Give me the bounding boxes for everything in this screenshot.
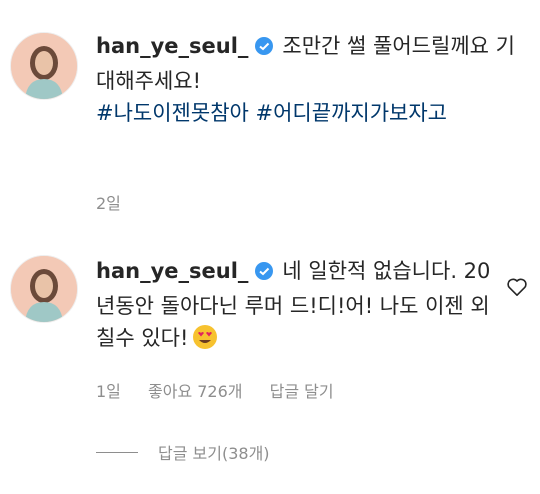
comment-text: han_ye_seul_ 네 일한적 없습니다. 20년동안 돌아다닌 루머 드!… bbox=[96, 255, 496, 359]
reply-button[interactable]: 답글 달기 bbox=[270, 382, 334, 401]
comment-meta: 2일 bbox=[96, 190, 143, 214]
view-replies-label: 답글 보기(38개) bbox=[158, 444, 270, 463]
timestamp[interactable]: 2일 bbox=[96, 194, 121, 213]
verified-badge-icon bbox=[254, 258, 274, 290]
comment-meta: 1일 좋아요 726개 답글 달기 bbox=[96, 378, 356, 402]
heart-eyes-emoji-icon bbox=[192, 324, 218, 359]
avatar[interactable] bbox=[10, 255, 78, 323]
like-heart-icon[interactable] bbox=[506, 277, 528, 301]
view-replies-button[interactable]: 답글 보기(38개) bbox=[96, 440, 270, 464]
verified-badge-icon bbox=[254, 33, 274, 65]
hashtags[interactable]: #나도이젠못참아 #어디끝까지가보자고 bbox=[96, 101, 447, 125]
username[interactable]: han_ye_seul_ bbox=[96, 34, 248, 58]
likes-count[interactable]: 좋아요 726개 bbox=[148, 382, 243, 401]
comment-text: han_ye_seul_ 조만간 썰 풀어드릴께요 기대해주세요! #나도이젠못참… bbox=[96, 30, 516, 129]
divider-line bbox=[96, 451, 138, 453]
username[interactable]: han_ye_seul_ bbox=[96, 259, 248, 283]
timestamp[interactable]: 1일 bbox=[96, 382, 121, 401]
avatar[interactable] bbox=[10, 32, 78, 100]
